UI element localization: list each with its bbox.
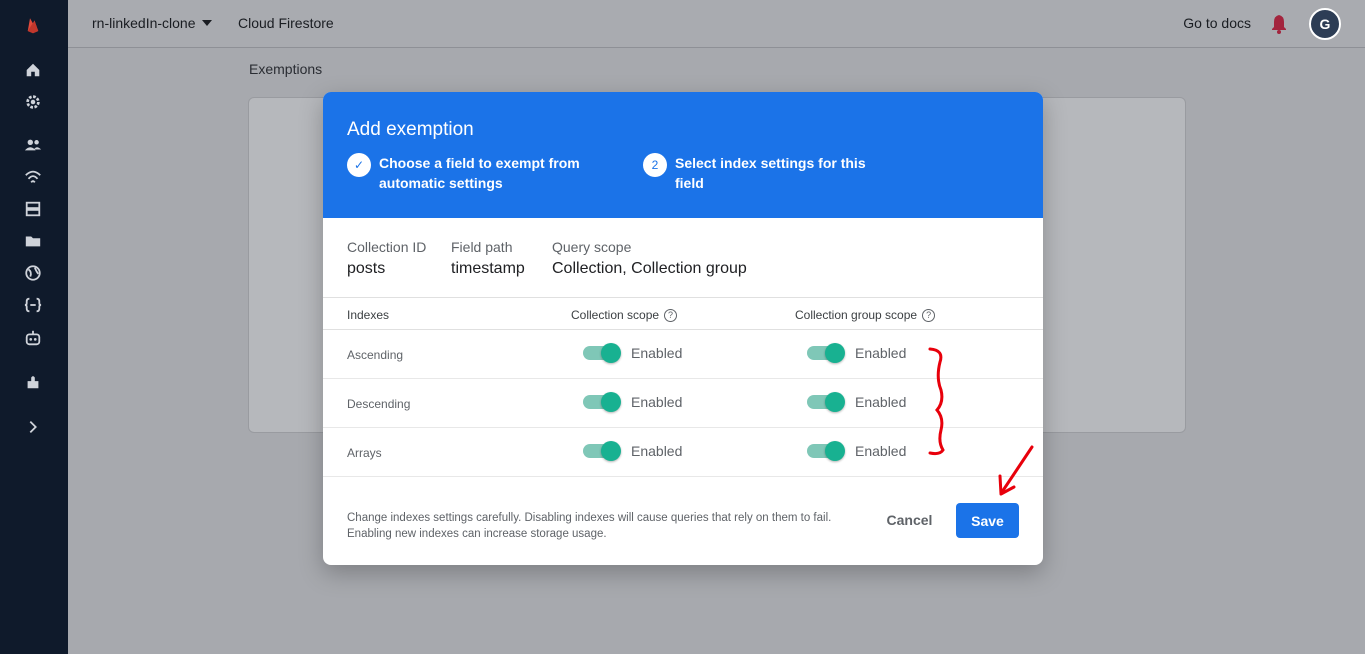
step-1-label: Choose a field to exempt from automatic … <box>379 155 580 191</box>
field-path-value: timestamp <box>451 260 525 277</box>
expand-chevron-icon[interactable] <box>22 416 44 438</box>
table-row: Descending Enabled Enabled <box>323 379 1043 428</box>
toggle-state-label: Enabled <box>855 394 907 410</box>
cancel-button[interactable]: Cancel <box>878 504 941 536</box>
field-path-label: Field path <box>451 239 513 255</box>
query-scope-value: Collection, Collection group <box>552 260 747 277</box>
arrays-group-toggle[interactable]: Enabled <box>807 441 907 461</box>
save-button[interactable]: Save <box>956 503 1019 538</box>
settings-icon[interactable] <box>22 91 44 113</box>
step-complete-check-icon: ✓ <box>347 153 371 177</box>
realtime-database-icon[interactable] <box>22 166 44 188</box>
images-icon[interactable] <box>22 230 44 252</box>
toggle-state-label: Enabled <box>631 443 683 459</box>
index-name: Descending <box>347 397 411 411</box>
collection-group-scope-column-header: Collection group scope ? <box>795 308 936 322</box>
top-bar: rn-linkedIn-clone Cloud Firestore Go to … <box>68 0 1365 48</box>
toggle-switch[interactable] <box>583 392 621 412</box>
collection-id-field: Collection ID posts <box>347 239 426 278</box>
toggle-switch[interactable] <box>807 392 845 412</box>
step-2-number: 2 <box>643 153 667 177</box>
indexes-column-header: Indexes <box>347 308 390 322</box>
product-title: Cloud Firestore <box>238 15 334 31</box>
go-to-docs-link[interactable]: Go to docs <box>1183 15 1251 31</box>
index-settings-table: Indexes Collection scope ? Collection gr… <box>323 297 1043 477</box>
add-exemption-dialog: Add exemption ✓ Choose a field to exempt… <box>323 92 1043 565</box>
table-row: Ascending Enabled Enabled <box>323 330 1043 379</box>
ascending-group-toggle[interactable]: Enabled <box>807 343 907 363</box>
table-header: Indexes Collection scope ? Collection gr… <box>323 297 1043 330</box>
descending-collection-toggle[interactable]: Enabled <box>583 392 683 412</box>
step-1: ✓ Choose a field to exempt from automati… <box>347 153 584 193</box>
toggle-state-label: Enabled <box>855 443 907 459</box>
extensions-icon[interactable] <box>22 371 44 393</box>
toggle-switch[interactable] <box>583 441 621 461</box>
functions-icon[interactable] <box>22 294 44 316</box>
warning-note: Change indexes settings carefully. Disab… <box>347 512 832 540</box>
dropdown-caret-icon <box>201 20 212 26</box>
account-avatar[interactable]: G <box>1309 8 1341 40</box>
ascending-collection-toggle[interactable]: Enabled <box>583 343 683 363</box>
toggle-switch[interactable] <box>807 441 845 461</box>
step-2: 2 Select index settings for this field <box>643 153 880 193</box>
toggle-switch[interactable] <box>583 343 621 363</box>
field-path-field: Field path timestamp <box>451 239 525 278</box>
users-icon[interactable] <box>22 134 44 156</box>
toggle-state-label: Enabled <box>855 345 907 361</box>
collection-id-label: Collection ID <box>347 239 427 255</box>
toggle-state-label: Enabled <box>631 345 683 361</box>
collection-scope-header-label: Collection scope <box>571 308 660 322</box>
toggle-state-label: Enabled <box>631 394 683 410</box>
step-2-label: Select index settings for this field <box>675 155 866 191</box>
toggle-switch[interactable] <box>807 343 845 363</box>
arrays-collection-toggle[interactable]: Enabled <box>583 441 683 461</box>
query-scope-label: Query scope <box>552 239 632 255</box>
exemption-fields: Collection ID posts Field path timestamp… <box>323 218 1043 298</box>
ml-robot-icon[interactable] <box>22 327 44 349</box>
home-icon[interactable] <box>22 59 44 81</box>
dialog-title: Add exemption <box>347 119 474 140</box>
collection-id-value: posts <box>347 260 386 277</box>
help-icon[interactable]: ? <box>664 308 678 322</box>
collection-scope-column-header: Collection scope ? <box>571 308 678 322</box>
table-row: Arrays Enabled Enabled <box>323 428 1043 477</box>
dialog-header: Add exemption ✓ Choose a field to exempt… <box>323 92 1043 218</box>
sidebar <box>0 0 68 654</box>
descending-group-toggle[interactable]: Enabled <box>807 392 907 412</box>
breadcrumb: Exemptions <box>249 61 323 77</box>
collection-group-scope-header-label: Collection group scope <box>795 308 918 322</box>
firebase-logo-icon[interactable] <box>22 14 44 36</box>
project-selector[interactable]: rn-linkedIn-clone <box>92 15 212 31</box>
index-name: Arrays <box>347 446 382 460</box>
storage-icon[interactable] <box>22 198 44 220</box>
hosting-globe-icon[interactable] <box>22 262 44 284</box>
notifications-bell-icon[interactable] <box>1269 13 1289 35</box>
help-icon[interactable]: ? <box>922 308 936 322</box>
project-name: rn-linkedIn-clone <box>92 15 196 31</box>
query-scope-field: Query scope Collection, Collection group <box>552 239 747 278</box>
index-name: Ascending <box>347 348 404 362</box>
